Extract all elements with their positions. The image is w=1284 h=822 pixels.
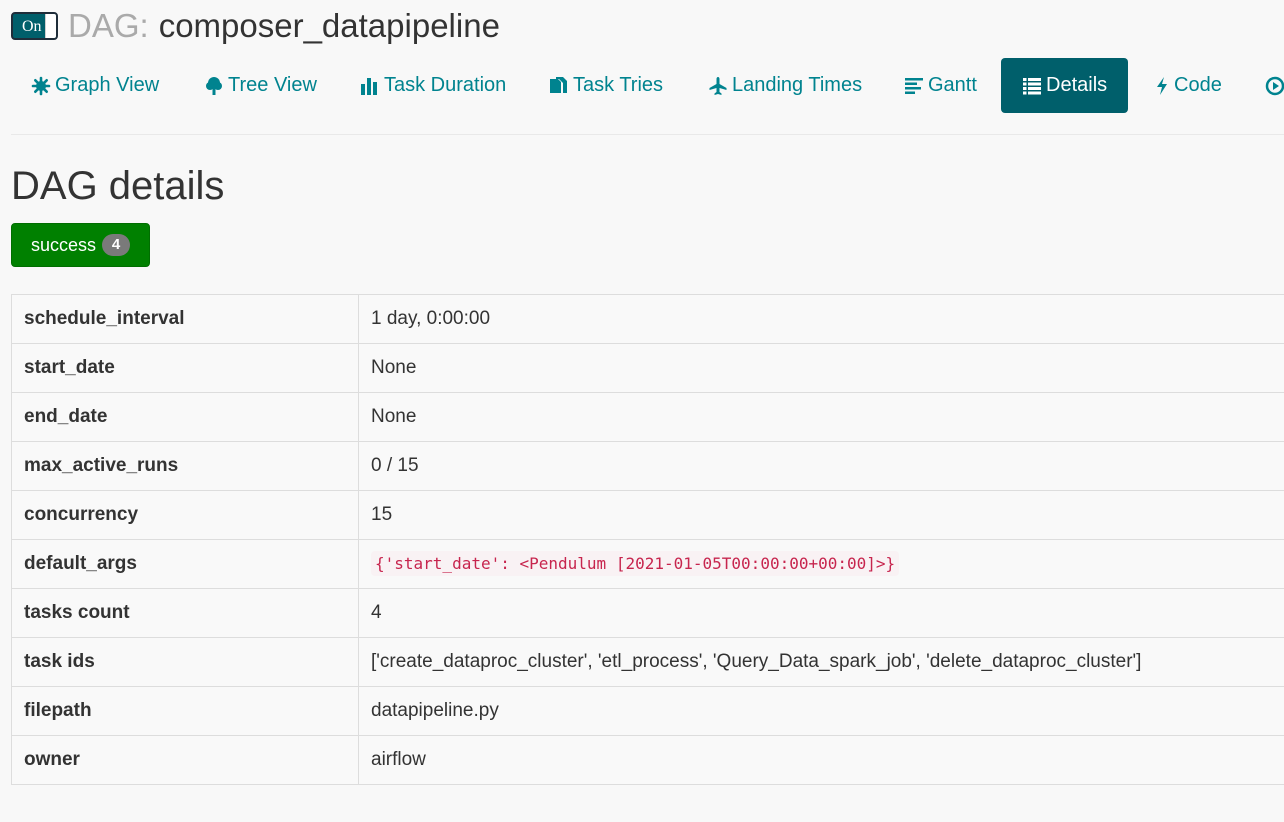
detail-key: filepath	[11, 686, 359, 736]
dag-name: composer_datapipeline	[158, 7, 500, 44]
detail-key: task ids	[11, 637, 359, 687]
detail-value: None	[358, 343, 1284, 393]
duplicate-files-icon	[549, 76, 569, 96]
list-icon	[1022, 76, 1042, 96]
default-args-code: {'start_date': <Pendulum [2021-01-05T00:…	[371, 551, 900, 576]
tab-details[interactable]: Details	[1001, 58, 1129, 113]
page-title: DAG details	[11, 164, 225, 208]
table-row: schedule_interval 1 day, 0:00:00	[11, 294, 1284, 344]
detail-value: 15	[358, 490, 1284, 540]
table-row: filepath datapipeline.py	[11, 686, 1284, 736]
dag-on-off-toggle[interactable]: On	[11, 12, 58, 40]
success-state-button[interactable]: success 4	[11, 223, 150, 267]
tab-code[interactable]: Code	[1154, 58, 1222, 113]
table-row: default_args {'start_date': <Pendulum [2…	[11, 539, 1284, 589]
detail-key: start_date	[11, 343, 359, 393]
tab-task-tries[interactable]: Task Tries	[549, 58, 663, 113]
tab-gantt-label: Gantt	[928, 74, 977, 96]
table-row: end_date None	[11, 392, 1284, 442]
tab-task-duration-label: Task Duration	[384, 74, 507, 96]
tab-gantt[interactable]: Gantt	[904, 58, 977, 113]
status-label: success	[30, 234, 97, 255]
detail-value: None	[358, 392, 1284, 442]
table-row: concurrency 15	[11, 490, 1284, 540]
tree-icon	[204, 76, 224, 96]
dag-details-table: schedule_interval 1 day, 0:00:00 start_d…	[11, 294, 1284, 785]
detail-key: max_active_runs	[11, 441, 359, 491]
detail-value: datapipeline.py	[358, 686, 1284, 736]
tab-landing-times[interactable]: Landing Times	[708, 58, 862, 113]
tab-graph-view-label: Graph View	[55, 74, 160, 96]
tab-more[interactable]	[1265, 58, 1284, 113]
table-row: task ids ['create_dataproc_cluster', 'et…	[11, 637, 1284, 687]
play-circle-icon	[1265, 76, 1284, 96]
tab-landing-times-label: Landing Times	[732, 74, 863, 96]
align-left-icon	[904, 76, 924, 96]
nav-divider	[11, 134, 1284, 135]
asterisk-icon	[31, 76, 51, 96]
dag-header: On DAG: composer_datapipeline	[11, 6, 500, 46]
dag-view-nav: Graph View Tree View Task Duration Task …	[11, 58, 1284, 114]
detail-key: tasks count	[11, 588, 359, 638]
status-count-badge: 4	[102, 234, 131, 256]
table-row: start_date None	[11, 343, 1284, 393]
tab-details-label: Details	[1046, 74, 1108, 96]
detail-value: 0 / 15	[358, 441, 1284, 491]
toggle-knob	[45, 14, 56, 38]
toggle-label: On	[22, 18, 42, 35]
plane-icon	[708, 76, 728, 96]
flash-icon	[1154, 76, 1170, 96]
tab-tree-view-label: Tree View	[228, 74, 317, 96]
dag-prefix: DAG:	[68, 7, 149, 44]
detail-key: schedule_interval	[11, 294, 359, 344]
detail-key: concurrency	[11, 490, 359, 540]
detail-key: end_date	[11, 392, 359, 442]
tab-code-label: Code	[1174, 74, 1222, 96]
detail-value: 4	[358, 588, 1284, 638]
detail-key: owner	[11, 735, 359, 785]
tab-task-duration[interactable]: Task Duration	[360, 58, 506, 113]
table-row: max_active_runs 0 / 15	[11, 441, 1284, 491]
bar-chart-icon	[360, 76, 380, 96]
table-row: tasks count 4	[11, 588, 1284, 638]
tab-tree-view[interactable]: Tree View	[204, 58, 317, 113]
tab-graph-view[interactable]: Graph View	[31, 58, 159, 113]
detail-value-cell: {'start_date': <Pendulum [2021-01-05T00:…	[358, 539, 1284, 589]
detail-key: default_args	[11, 539, 359, 589]
table-row: owner airflow	[11, 735, 1284, 785]
detail-value: 1 day, 0:00:00	[358, 294, 1284, 344]
detail-value: airflow	[358, 735, 1284, 785]
detail-value: ['create_dataproc_cluster', 'etl_process…	[358, 637, 1284, 687]
tab-task-tries-label: Task Tries	[573, 74, 664, 96]
